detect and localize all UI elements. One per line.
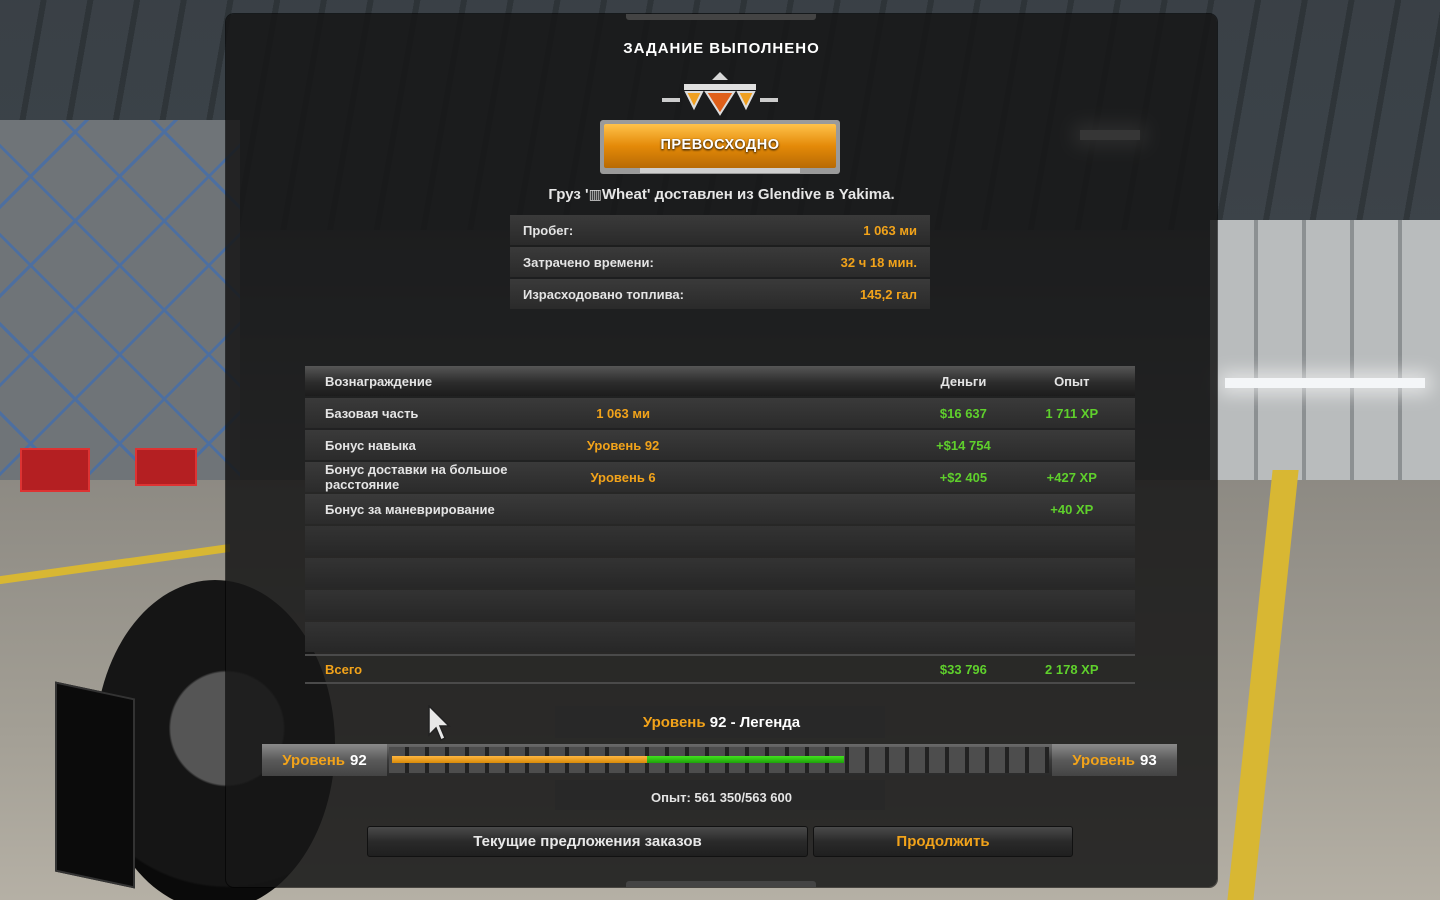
total-xp: 2 178 XP [1045,661,1099,677]
table-row-empty [305,622,1135,652]
cargo-box-icon: ▥ [588,186,602,202]
next-level-label: Уровень [1072,751,1136,769]
reward-name: Бонус навыка [325,437,416,453]
current-level-box: Уровень 92 [262,744,387,776]
job-complete-dialog: ЗАДАНИЕ ВЫПОЛНЕНО ПРЕВОСХОДНО Груз '▥Whe… [226,14,1217,887]
ceiling-light [1225,378,1425,388]
reward-name: Бонус за маневрирование [325,501,495,517]
reward-level: Уровень 6 [590,469,656,485]
table-row: Бонус доставки на большое расстояние Уро… [305,462,1135,492]
stat-value: 32 ч 18 мин. [840,254,917,270]
rewards-total-row: Всего $33 796 2 178 XP [305,654,1135,684]
stat-label: Затрачено времени: [523,254,654,270]
continue-button[interactable]: Продолжить [813,826,1073,857]
stat-row-distance: Пробег: 1 063 ми [510,215,930,245]
level-progress-bar: Уровень 92 Уровень 93 [262,744,1177,776]
delivery-suffix: ' доставлен из Glendive в Yakima. [646,186,895,203]
stat-row-fuel: Израсходовано топлива: 145,2 гал [510,279,930,309]
tool-cabinet [135,448,197,486]
rating-badge: ПРЕВОСХОДНО [600,68,840,176]
dialog-title: ЗАДАНИЕ ВЫПОЛНЕНО [623,40,820,57]
cargo-name: Wheat [601,186,647,203]
reward-xp: +40 XP [1050,501,1094,517]
stat-label: Пробег: [523,222,574,238]
total-label: Всего [325,661,363,677]
mud-flap [55,681,135,889]
reward-level: Уровень 92 [586,437,660,453]
rewards-table: Вознаграждение Деньги Опыт Базовая часть… [305,366,1135,684]
progress-fill-previous [392,756,647,763]
level-title-prefix: Уровень [642,714,706,731]
xp-progress-text: Опыт: 561 350/563 600 [651,790,792,805]
progress-fill-gained [647,756,844,763]
mouse-cursor-icon [428,705,451,742]
level-title: Уровень 92 - Легенда [226,714,1217,731]
delivery-summary: Груз '▥Wheat' доставлен из Glendive в Ya… [226,186,1217,203]
delivery-prefix: Груз ' [548,186,589,203]
panel-handle [626,881,816,887]
reward-money: $16 637 [939,405,987,421]
trip-stats: Пробег: 1 063 ми Затрачено времени: 32 ч… [510,215,930,311]
next-level-box: Уровень 93 [1052,744,1177,776]
reward-xp: +427 XP [1046,469,1097,485]
rating-label: ПРЕВОСХОДНО [660,137,780,153]
header-money: Деньги [940,373,987,389]
current-level-value: 92 [350,751,367,769]
table-row-empty [305,526,1135,556]
rewards-header: Вознаграждение Деньги Опыт [305,366,1135,396]
reward-name: Бонус доставки на большое расстояние [325,462,508,492]
header-reward: Вознаграждение [325,373,433,389]
table-row: Базовая часть 1 063 ми $16 637 1 711 XP [305,398,1135,428]
level-title-rest: 92 - Легенда [709,714,801,731]
current-level-label: Уровень [282,751,346,769]
panel-handle [626,14,816,20]
stat-label: Израсходовано топлива: [523,286,684,302]
reward-xp: 1 711 XP [1045,405,1099,421]
reward-name: Базовая часть [325,405,419,421]
table-row-empty [305,558,1135,588]
award-emblem-icon [600,72,840,174]
reward-level: 1 063 ми [596,405,650,421]
garage-wall-right [1210,220,1440,480]
tool-cabinet [20,448,90,492]
reward-money: +$2 405 [939,469,988,485]
stat-value: 145,2 гал [859,286,917,302]
stat-row-time: Затрачено времени: 32 ч 18 мин. [510,247,930,277]
table-row-empty [305,590,1135,620]
table-row: Бонус навыка Уровень 92 +$14 754 [305,430,1135,460]
total-money: $33 796 [939,661,987,677]
table-row: Бонус за маневрирование +40 XP [305,494,1135,524]
reward-money: +$14 754 [936,437,991,453]
job-offers-button[interactable]: Текущие предложения заказов [367,826,808,857]
garage-wall-left [0,120,240,500]
header-xp: Опыт [1054,373,1090,389]
next-level-value: 93 [1140,751,1157,769]
stat-value: 1 063 ми [863,222,917,238]
